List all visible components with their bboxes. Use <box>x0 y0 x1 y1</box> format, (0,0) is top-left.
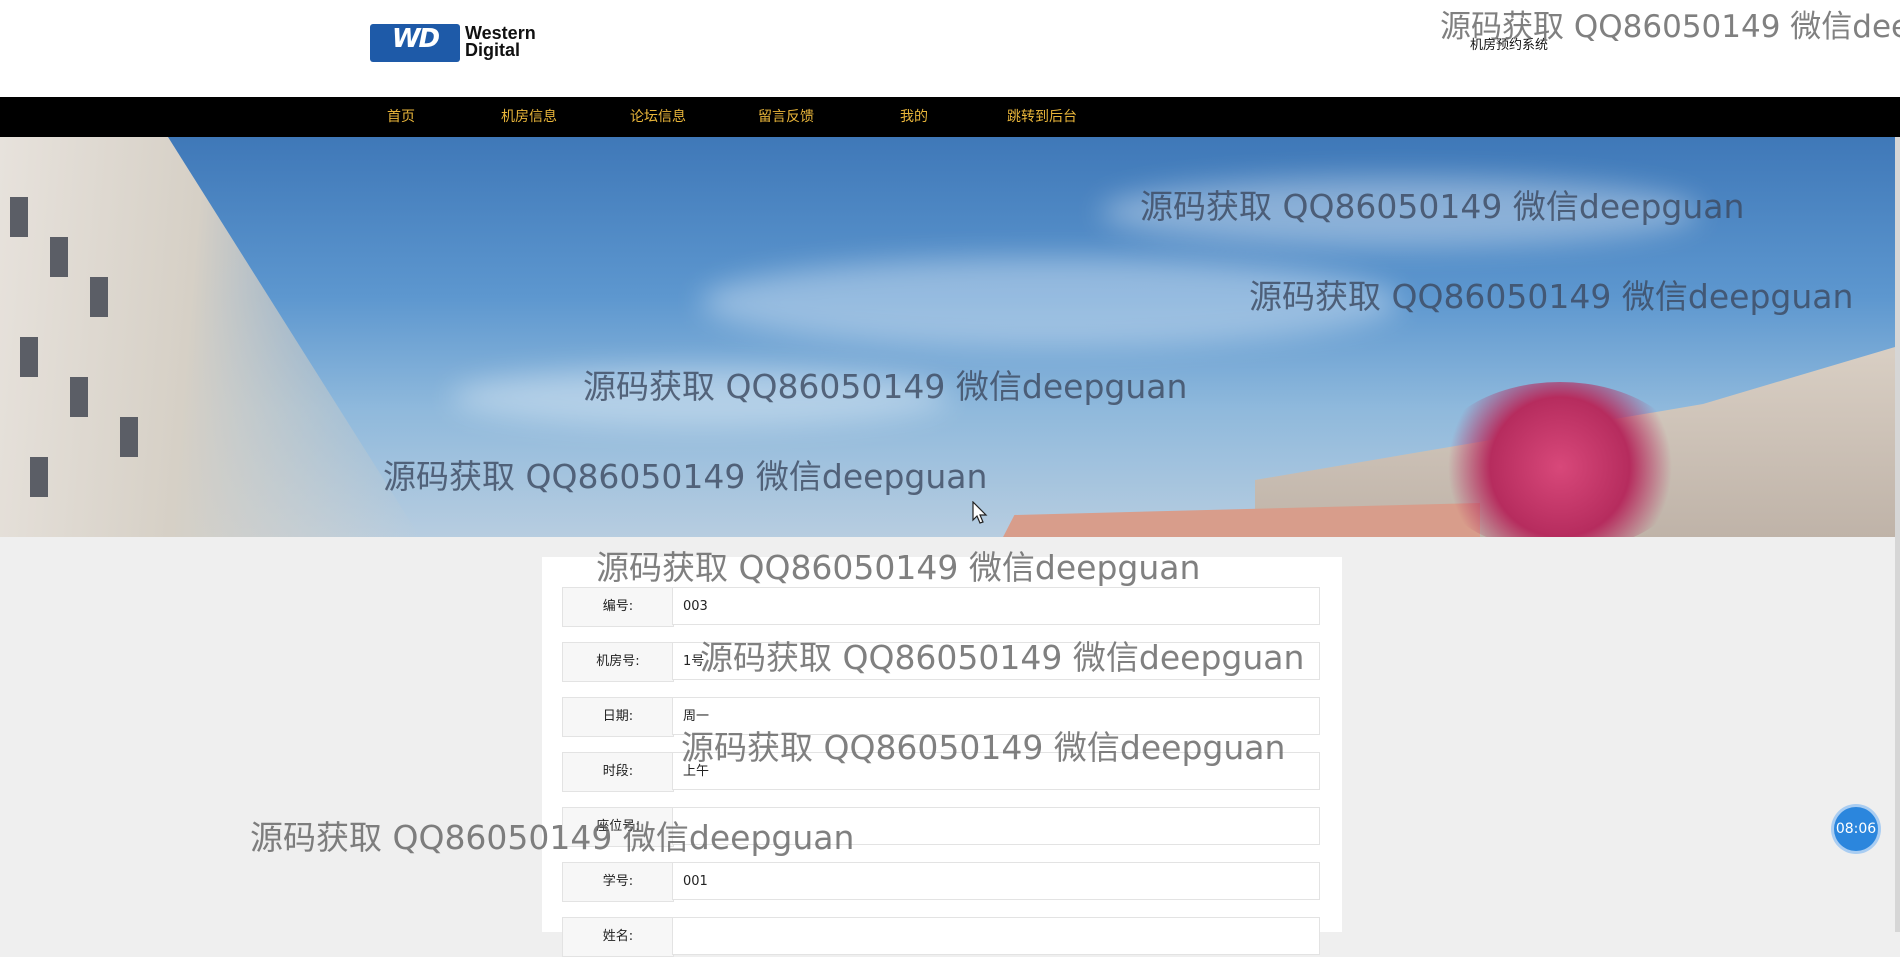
nav-feedback[interactable]: 留言反馈 <box>722 97 850 137</box>
watermark-text: 源码获取 QQ86050149 微信deepguan <box>250 818 855 857</box>
nav-computer-room-info[interactable]: 机房信息 <box>465 97 593 137</box>
window <box>120 417 138 457</box>
watermark-text: 源码获取 QQ86050149 微信deepguan <box>681 728 1286 767</box>
form-row-student-id: 学号: 001 <box>562 862 1322 902</box>
wd-logo-mark: WD <box>370 24 460 62</box>
nav-home[interactable]: 首页 <box>337 97 465 137</box>
date-label: 日期: <box>562 697 674 737</box>
student-id-field[interactable]: 001 <box>672 862 1320 900</box>
main-nav: 首页 机房信息 论坛信息 留言反馈 我的 跳转到后台 <box>0 97 1900 137</box>
page-scrollbar[interactable] <box>1895 137 1900 932</box>
nav-go-to-admin[interactable]: 跳转到后台 <box>978 97 1106 137</box>
window <box>70 377 88 417</box>
western-digital-logo[interactable]: WD Western Digital <box>370 24 560 64</box>
logo-wordmark: Western Digital <box>465 24 536 60</box>
room-number-label: 机房号: <box>562 642 674 682</box>
student-id-label: 学号: <box>562 862 674 902</box>
red-roof <box>1000 503 1480 537</box>
form-row-name: 姓名: <box>562 917 1322 957</box>
window <box>30 457 48 497</box>
period-label: 时段: <box>562 752 674 792</box>
logo-word-2: Digital <box>465 40 521 60</box>
flowering-tree <box>1430 382 1690 537</box>
window <box>20 337 38 377</box>
window <box>90 277 108 317</box>
name-label: 姓名: <box>562 917 674 957</box>
window <box>10 197 28 237</box>
logo-mark-text: WD <box>391 24 440 54</box>
watermark-text: 源码获取 QQ86050149 微信deepguan <box>700 638 1305 677</box>
watermark-text: 源码获取 QQ86050149 微信deepguan <box>1140 187 1745 226</box>
floating-clock-button[interactable]: 08:06 <box>1834 807 1878 851</box>
left-building <box>0 137 420 537</box>
id-label: 编号: <box>562 587 674 627</box>
nav-forum-info[interactable]: 论坛信息 <box>594 97 722 137</box>
id-field[interactable]: 003 <box>672 587 1320 625</box>
watermark-text: 源码获取 QQ86050149 微信deepguan <box>1440 9 1900 45</box>
watermark-text: 源码获取 QQ86050149 微信deepguan <box>383 457 988 496</box>
mouse-cursor-icon <box>972 501 988 524</box>
name-field[interactable] <box>672 917 1320 955</box>
watermark-text: 源码获取 QQ86050149 微信deepguan <box>596 548 1201 587</box>
watermark-text: 源码获取 QQ86050149 微信deepguan <box>583 367 1188 406</box>
nav-mine[interactable]: 我的 <box>850 97 978 137</box>
watermark-text: 源码获取 QQ86050149 微信deepguan <box>1249 277 1854 316</box>
form-row-id: 编号: 003 <box>562 587 1322 627</box>
window <box>50 237 68 277</box>
